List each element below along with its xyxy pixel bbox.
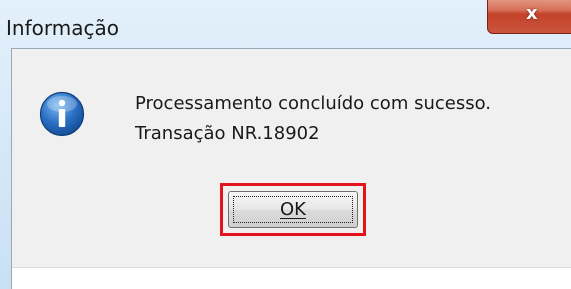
message-line-2: Transação NR.18902: [135, 123, 320, 144]
title-bar[interactable]: Informação x: [0, 0, 571, 48]
info-icon: [39, 91, 85, 137]
close-icon: x: [526, 3, 538, 24]
message-line-1: Processamento concluído com sucesso.: [135, 93, 492, 114]
dialog-footer: [12, 267, 571, 289]
ok-highlight-box: OK: [220, 183, 366, 236]
close-button[interactable]: x: [487, 0, 571, 34]
message-dialog: Informação x Processamento concluído com…: [0, 0, 571, 289]
focus-rectangle: OK: [233, 196, 353, 223]
ok-button[interactable]: OK: [228, 191, 358, 228]
ok-button-label: OK: [280, 199, 306, 220]
dialog-body: Processamento concluído com sucesso. Tra…: [11, 48, 571, 289]
window-title: Informação: [6, 16, 119, 40]
message-text: Processamento concluído com sucesso. Tra…: [135, 89, 491, 149]
